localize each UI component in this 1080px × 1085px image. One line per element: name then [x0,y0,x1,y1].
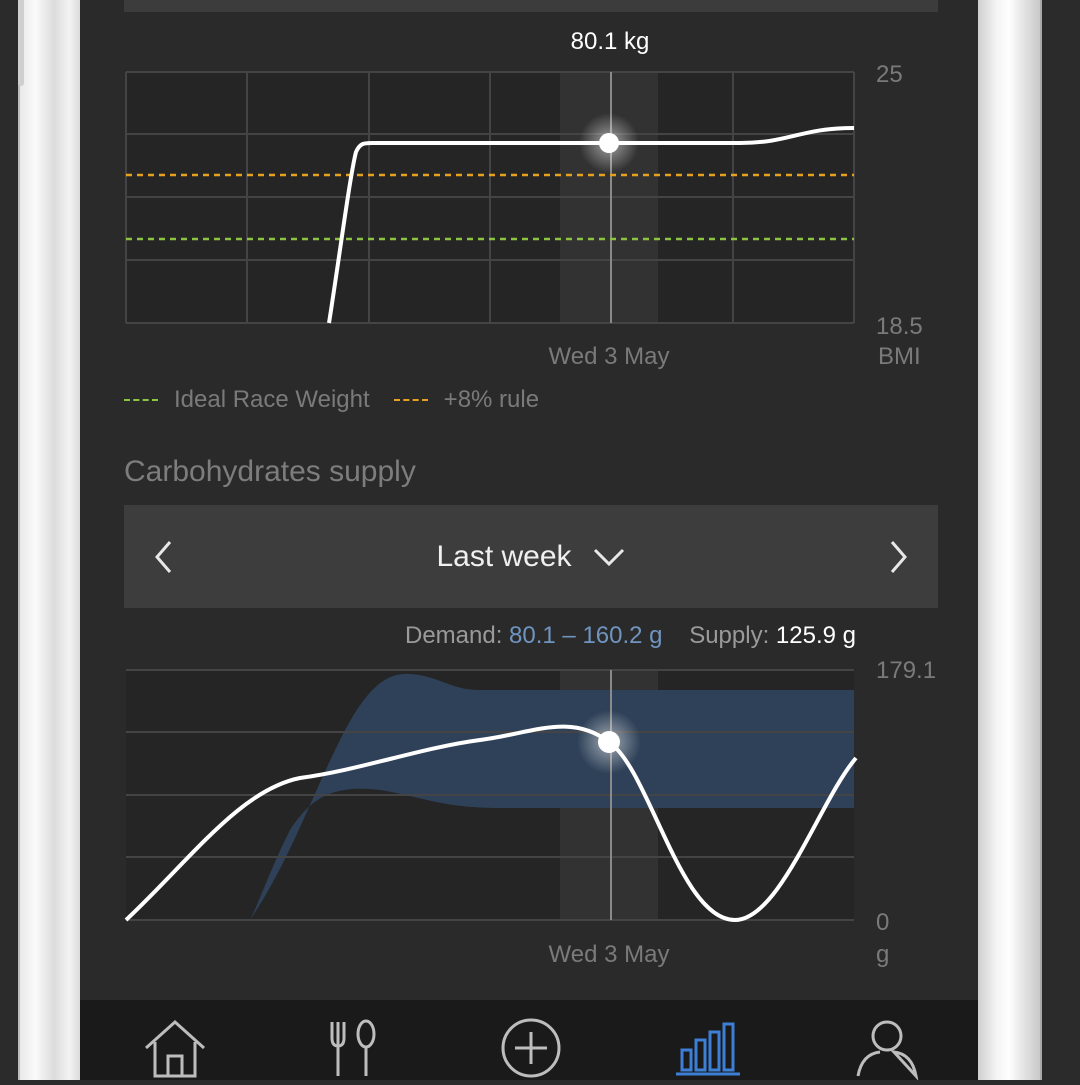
chevron-right-icon [890,540,907,573]
carbs-y-top-label: 179.1 [876,657,936,684]
profile-icon [856,1020,919,1081]
legend-plus8-rule: +8% rule [393,386,540,414]
period-dropdown[interactable]: Last week [436,540,625,574]
demand-value: 80.1 – 160.2 g [509,622,663,649]
bar-chart-icon [676,1022,740,1076]
section-title: Carbohydrates supply [124,455,416,488]
legend-plus8-rule-label: +8% rule [443,386,540,413]
carbs-y-bottom-label: 0 [876,909,889,936]
chevron-left-icon [155,540,172,573]
tab-home[interactable] [140,1014,210,1080]
demand-supply-summary: Demand: 80.1 – 160.2 g Supply: 125.9 g [405,622,856,650]
carbs-y-unit-label: g [876,941,889,968]
period-label: Last week [436,539,572,573]
previous-period-button[interactable] [124,505,204,608]
period-selector: Last week [124,505,938,608]
legend-ideal-race-weight: Ideal Race Weight [124,386,370,414]
carbs-x-label: Wed 3 May [549,941,670,968]
demand-label: Demand: [404,622,503,649]
supply-selected-point [598,731,620,753]
add-circle-icon [501,1018,561,1078]
fork-knife-icon [330,1019,376,1076]
chevron-down-icon [593,548,624,566]
weight-y-top-label: 25 [876,61,903,88]
plus8-rule-swatch [393,399,428,401]
weight-selected-point [599,133,619,153]
tab-nutrition[interactable] [318,1014,388,1080]
next-period-button[interactable] [858,505,938,608]
home-icon [144,1019,206,1078]
supply-label: Supply: [689,622,770,649]
tab-statistics[interactable] [674,1014,744,1080]
weight-y-unit-label: BMI [878,343,921,370]
weight-y-bottom-label: 18.5 [876,313,923,340]
tab-profile[interactable] [852,1014,922,1081]
tab-add[interactable] [496,1014,566,1080]
ideal-race-weight-swatch [124,399,158,401]
weight-chart-legend: Ideal Race Weight +8% rule [124,384,549,416]
legend-ideal-race-weight-label: Ideal Race Weight [174,386,370,413]
weight-x-label: Wed 3 May [549,343,670,370]
supply-value: 125.9 g [775,622,856,649]
